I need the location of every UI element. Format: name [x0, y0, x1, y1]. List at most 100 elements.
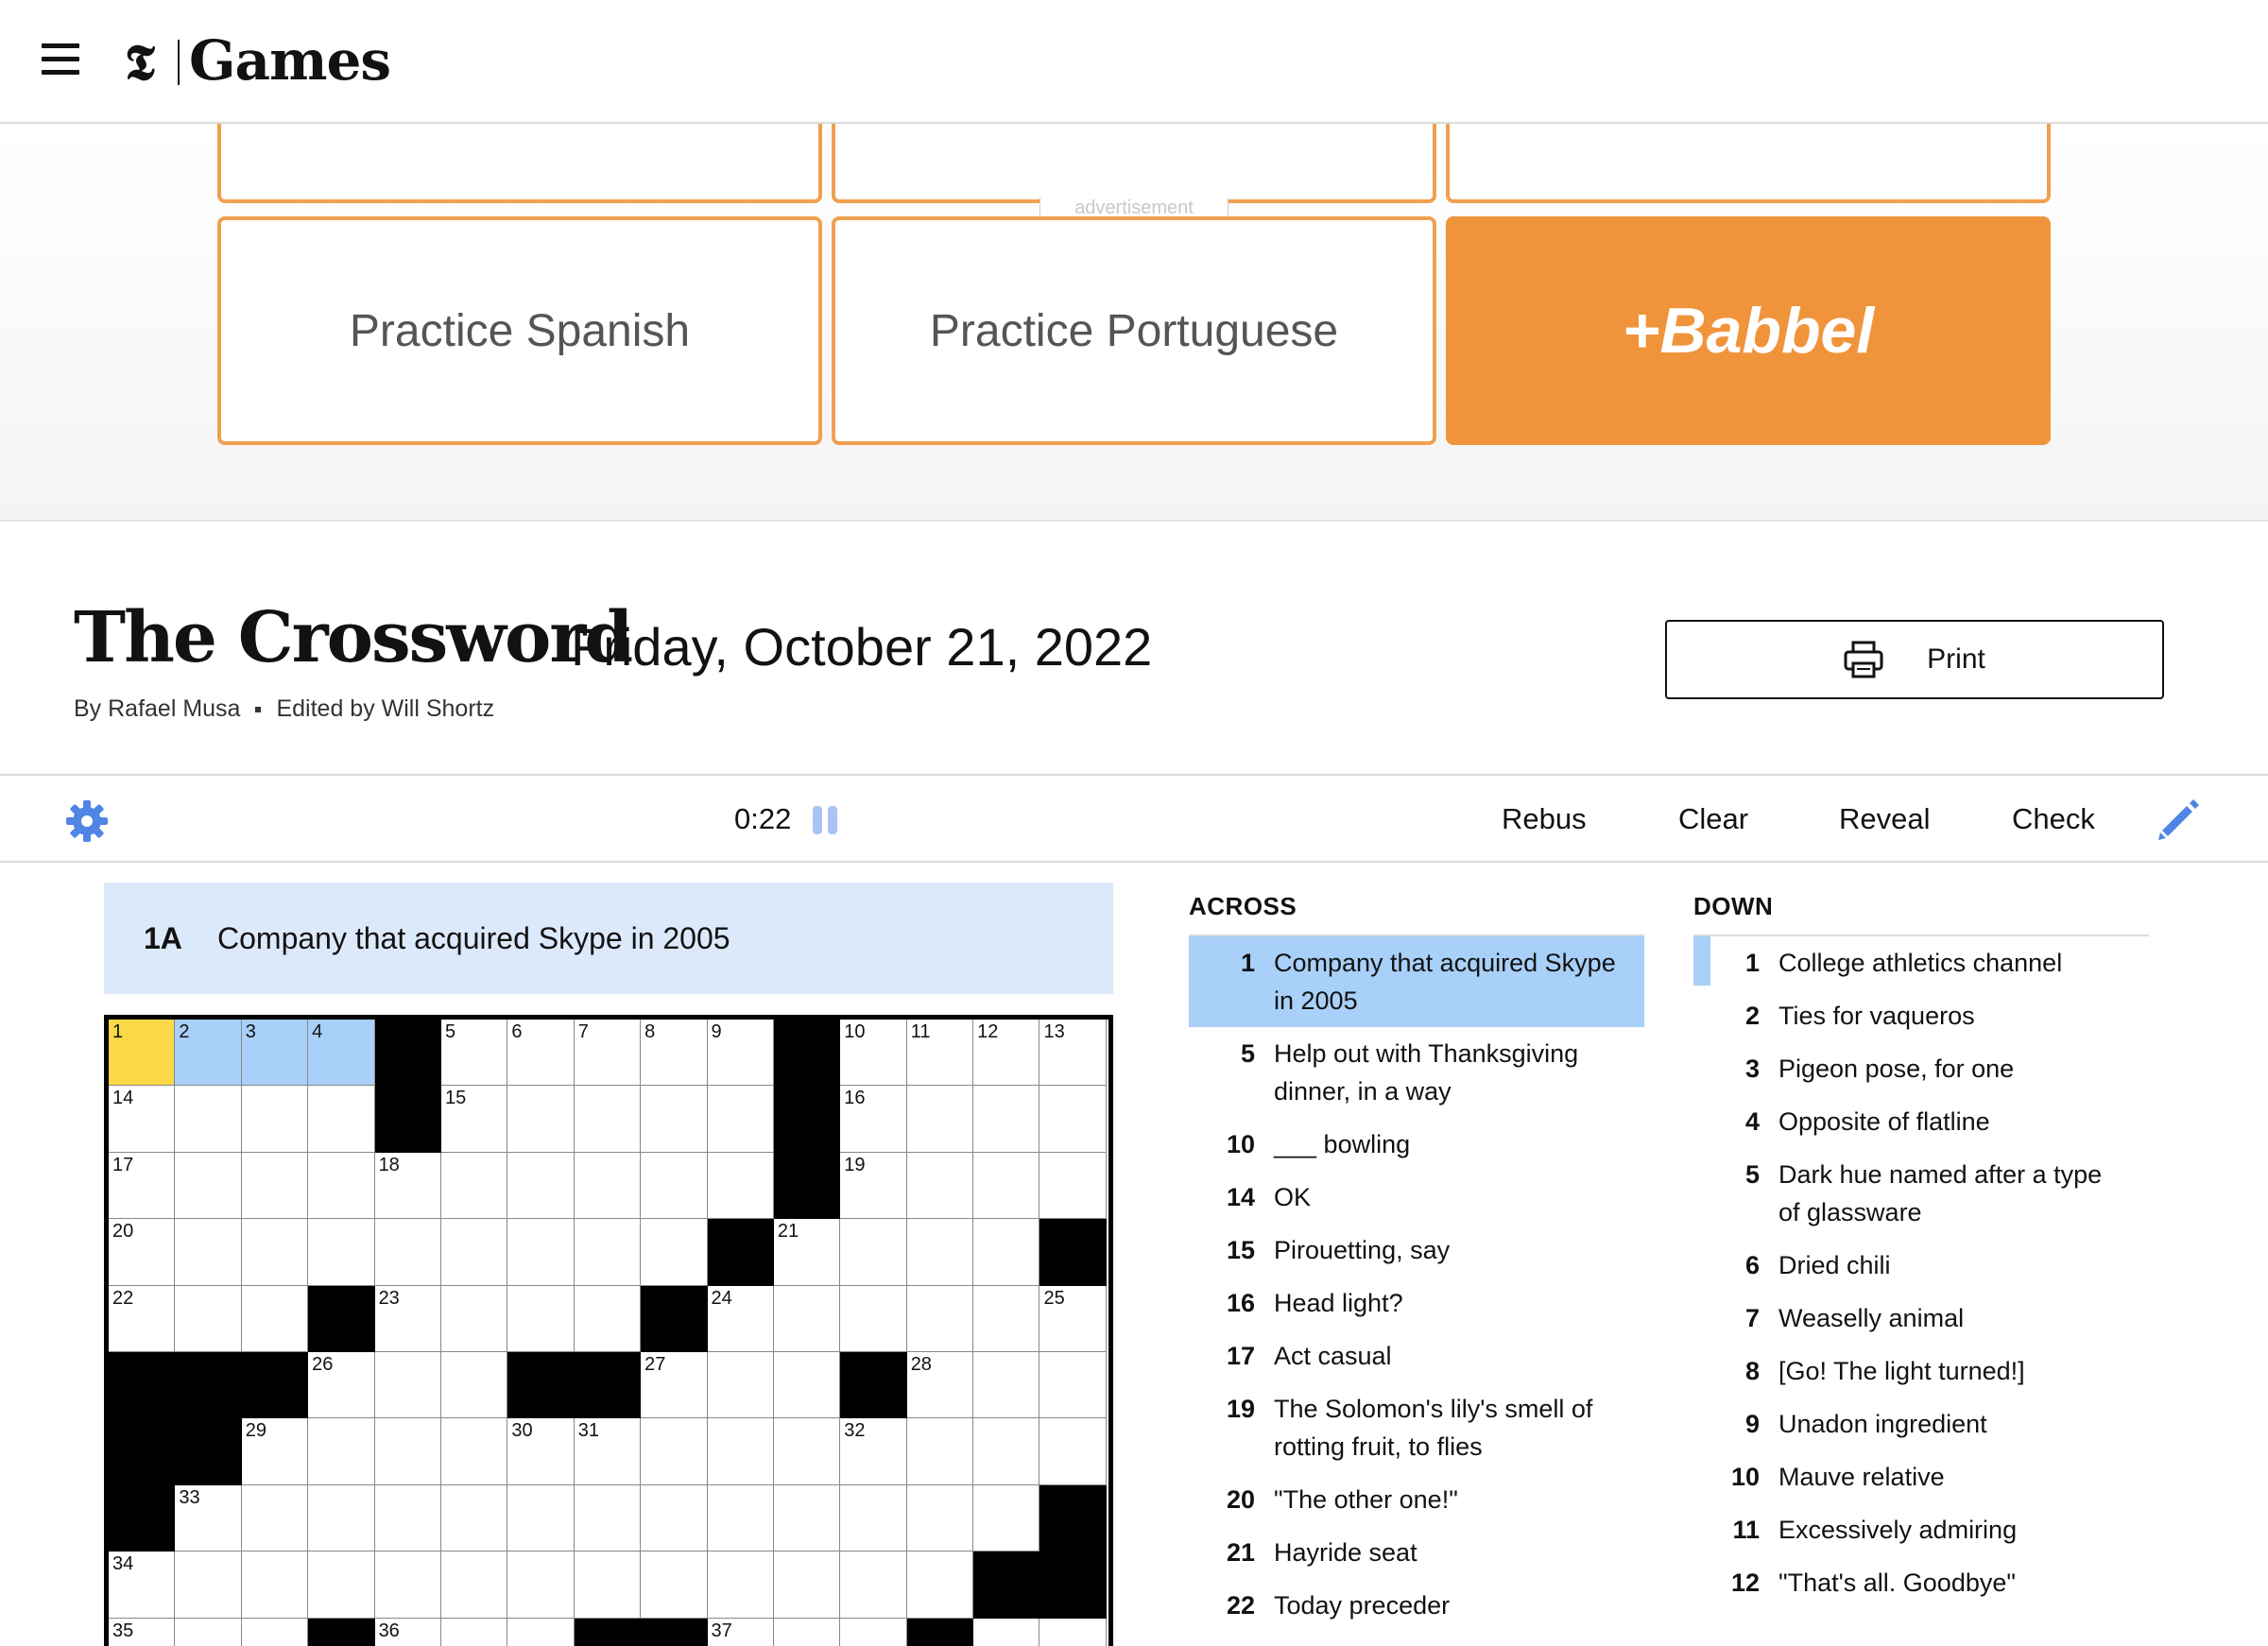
- grid-cell[interactable]: [440, 1552, 508, 1619]
- across-clue-item[interactable]: 21 Hayride seat: [1189, 1526, 1644, 1579]
- grid-cell[interactable]: [641, 1152, 708, 1220]
- grid-cell[interactable]: [440, 1219, 508, 1286]
- grid-cell[interactable]: [906, 1086, 974, 1153]
- grid-cell[interactable]: [773, 1552, 841, 1619]
- grid-cell[interactable]: [374, 1219, 441, 1286]
- across-clue-item[interactable]: 14 OK: [1189, 1171, 1644, 1224]
- grid-cell[interactable]: [707, 1086, 774, 1153]
- gear-icon[interactable]: [64, 798, 110, 844]
- grid-cell[interactable]: [507, 1552, 575, 1619]
- grid-cell[interactable]: 29: [241, 1418, 309, 1485]
- grid-cell[interactable]: [308, 1552, 375, 1619]
- grid-cell[interactable]: [241, 1086, 309, 1153]
- grid-cell[interactable]: [175, 1285, 242, 1352]
- grid-cell[interactable]: 2: [175, 1020, 242, 1087]
- grid-cell[interactable]: [707, 1152, 774, 1220]
- grid-cell[interactable]: 37: [707, 1618, 774, 1646]
- down-clue-item[interactable]: 5 Dark hue named after a type of glasswar…: [1693, 1148, 2149, 1239]
- grid-cell[interactable]: [641, 1552, 708, 1619]
- grid-cell[interactable]: [906, 1484, 974, 1552]
- check-button[interactable]: Check: [2012, 802, 2095, 836]
- grid-cell[interactable]: 8: [641, 1020, 708, 1087]
- ad-tile-top[interactable]: [1446, 124, 2051, 203]
- grid-cell[interactable]: 36: [374, 1618, 441, 1646]
- grid-cell[interactable]: [773, 1618, 841, 1646]
- grid-cell[interactable]: 11: [906, 1020, 974, 1087]
- clear-button[interactable]: Clear: [1678, 802, 1748, 836]
- grid-cell[interactable]: [308, 1418, 375, 1485]
- grid-cell[interactable]: [374, 1418, 441, 1485]
- grid-cell[interactable]: [507, 1086, 575, 1153]
- down-clue-item[interactable]: 11 Excessively admiring: [1693, 1503, 2149, 1556]
- grid-cell[interactable]: 1: [109, 1020, 176, 1087]
- ad-practice-portuguese[interactable]: Practice Portuguese: [832, 216, 1436, 445]
- grid-cell[interactable]: 14: [109, 1086, 176, 1153]
- grid-cell[interactable]: [440, 1484, 508, 1552]
- down-clue-item[interactable]: 8 [Go! The light turned!]: [1693, 1345, 2149, 1397]
- games-brand[interactable]: Games: [189, 28, 391, 93]
- grid-cell[interactable]: [440, 1418, 508, 1485]
- grid-cell[interactable]: 6: [507, 1020, 575, 1087]
- grid-cell[interactable]: [308, 1219, 375, 1286]
- grid-cell[interactable]: [308, 1484, 375, 1552]
- grid-cell[interactable]: [507, 1484, 575, 1552]
- grid-cell[interactable]: 25: [1040, 1285, 1107, 1352]
- grid-cell[interactable]: 20: [109, 1219, 176, 1286]
- grid-cell[interactable]: [1040, 1152, 1107, 1220]
- ad-babbel-logo[interactable]: +Babbel: [1446, 216, 2051, 445]
- grid-cell[interactable]: [973, 1351, 1040, 1419]
- pencil-icon[interactable]: [2156, 797, 2202, 842]
- grid-cell[interactable]: 3: [241, 1020, 309, 1087]
- grid-cell[interactable]: 23: [374, 1285, 441, 1352]
- down-clue-item[interactable]: 3 Pigeon pose, for one: [1693, 1042, 2149, 1095]
- grid-cell[interactable]: [175, 1152, 242, 1220]
- grid-cell[interactable]: [973, 1484, 1040, 1552]
- grid-cell[interactable]: 35: [109, 1618, 176, 1646]
- grid-cell[interactable]: [241, 1618, 309, 1646]
- grid-cell[interactable]: [308, 1086, 375, 1153]
- grid-cell[interactable]: [840, 1552, 907, 1619]
- grid-cell[interactable]: [906, 1152, 974, 1220]
- down-clue-item[interactable]: 9 Unadon ingredient: [1693, 1397, 2149, 1450]
- grid-cell[interactable]: [241, 1285, 309, 1352]
- grid-cell[interactable]: [906, 1418, 974, 1485]
- grid-cell[interactable]: [707, 1418, 774, 1485]
- grid-cell[interactable]: [1040, 1086, 1107, 1153]
- grid-cell[interactable]: [574, 1552, 642, 1619]
- grid-cell[interactable]: 30: [507, 1418, 575, 1485]
- down-clue-item[interactable]: 7 Weaselly animal: [1693, 1292, 2149, 1345]
- grid-cell[interactable]: 28: [906, 1351, 974, 1419]
- grid-cell[interactable]: 10: [840, 1020, 907, 1087]
- grid-cell[interactable]: [973, 1152, 1040, 1220]
- down-clue-item[interactable]: 1 College athletics channel: [1693, 936, 2149, 989]
- grid-cell[interactable]: [574, 1219, 642, 1286]
- across-clue-item[interactable]: 15 Pirouetting, say: [1189, 1224, 1644, 1277]
- grid-cell[interactable]: 18: [374, 1152, 441, 1220]
- down-clue-item[interactable]: 10 Mauve relative: [1693, 1450, 2149, 1503]
- ad-tile-top[interactable]: [832, 124, 1436, 203]
- down-clue-item[interactable]: 2 Ties for vaqueros: [1693, 989, 2149, 1042]
- grid-cell[interactable]: [973, 1618, 1040, 1646]
- grid-cell[interactable]: [574, 1086, 642, 1153]
- across-clue-item[interactable]: 1 Company that acquired Skype in 2005: [1189, 936, 1644, 1027]
- grid-cell[interactable]: [175, 1552, 242, 1619]
- ad-tile-top[interactable]: [217, 124, 822, 203]
- nyt-logo[interactable]: 𝕿: [125, 34, 155, 93]
- across-clue-item[interactable]: 5 Help out with Thanksgiving dinner, in a…: [1189, 1027, 1644, 1118]
- grid-cell[interactable]: [440, 1152, 508, 1220]
- grid-cell[interactable]: 27: [641, 1351, 708, 1419]
- grid-cell[interactable]: 5: [440, 1020, 508, 1087]
- grid-cell[interactable]: 22: [109, 1285, 176, 1352]
- grid-cell[interactable]: [507, 1152, 575, 1220]
- grid-cell[interactable]: [906, 1219, 974, 1286]
- grid-cell[interactable]: [773, 1418, 841, 1485]
- grid-cell[interactable]: [507, 1618, 575, 1646]
- grid-cell[interactable]: [574, 1152, 642, 1220]
- grid-cell[interactable]: [374, 1351, 441, 1419]
- grid-cell[interactable]: 7: [574, 1020, 642, 1087]
- grid-cell[interactable]: [906, 1285, 974, 1352]
- across-clue-item[interactable]: 10 ___ bowling: [1189, 1118, 1644, 1171]
- grid-cell[interactable]: 16: [840, 1086, 907, 1153]
- grid-cell[interactable]: 26: [308, 1351, 375, 1419]
- grid-cell[interactable]: [973, 1418, 1040, 1485]
